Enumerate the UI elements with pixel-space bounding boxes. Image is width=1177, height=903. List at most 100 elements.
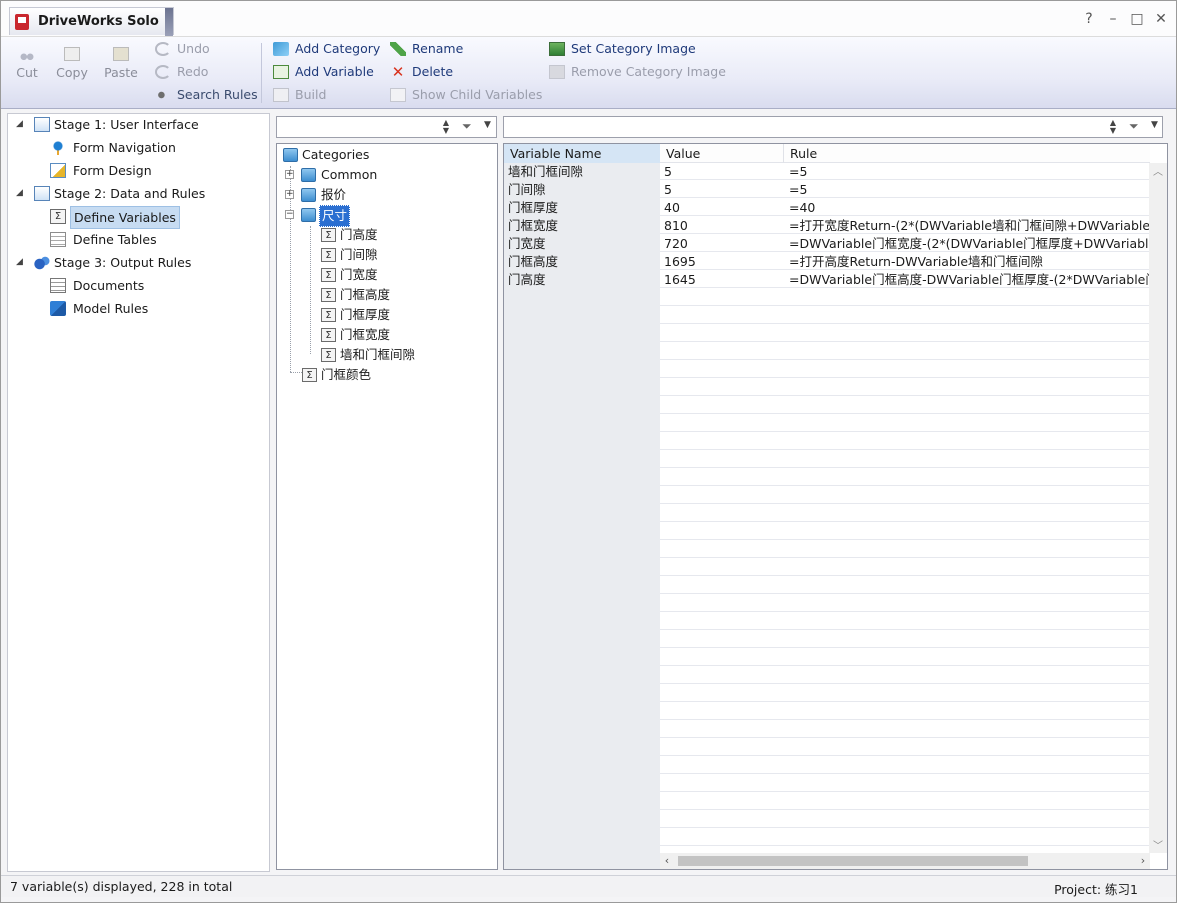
images-group: Set Category Image Remove Category Image bbox=[549, 37, 749, 109]
user-interface-icon bbox=[34, 117, 50, 132]
help-button[interactable]: ? bbox=[1082, 11, 1096, 27]
clipboard-group: Cut Copy Paste bbox=[1, 37, 146, 109]
variables-pane: ▲ ▼ ⏷ ▼ Variable Name Value Rule 墙和门框间隙 5… bbox=[503, 113, 1168, 872]
search-rules-label: Search Rules bbox=[177, 87, 258, 102]
tree-node-label-selected: 尺寸 bbox=[319, 205, 351, 227]
table-row[interactable]: 门高度 1645 =DWVariable门框高度-DWVariable门框厚度-… bbox=[504, 271, 1150, 289]
redo-label: Redo bbox=[177, 64, 209, 79]
form-design-icon bbox=[50, 163, 66, 178]
sigma-icon: Σ bbox=[321, 308, 336, 322]
filter-funnel-icon[interactable]: ⏷ bbox=[462, 119, 476, 133]
paste-button[interactable]: Paste bbox=[101, 47, 141, 80]
sigma-icon: Σ bbox=[321, 268, 336, 282]
table-row[interactable]: 门宽度 720 =DWVariable门框宽度-(2*(DWVariable门框… bbox=[504, 235, 1150, 253]
rule-cell[interactable]: =打开宽度Return-(2*(DWVariable墙和门框间隙+DWVaria… bbox=[789, 217, 1150, 235]
table-row[interactable]: 门间隙 5 =5 bbox=[504, 181, 1150, 199]
search-rules-button[interactable]: Search Rules bbox=[155, 85, 258, 105]
rule-cell[interactable]: =DWVariable门框宽度-(2*(DWVariable门框厚度+DWVar… bbox=[789, 235, 1150, 253]
add-category-label: Add Category bbox=[295, 41, 381, 56]
variable-name-cell: 门框高度 bbox=[508, 254, 559, 269]
copy-label: Copy bbox=[56, 65, 88, 80]
collapse-arrow-icon[interactable]: ◢ bbox=[16, 114, 28, 135]
variable-name-cell: 门宽度 bbox=[508, 236, 546, 251]
chevron-down-icon[interactable]: ▼ bbox=[1151, 120, 1158, 130]
sigma-icon: Σ bbox=[321, 328, 336, 342]
cut-button[interactable]: Cut bbox=[7, 47, 47, 80]
table-row[interactable]: 门框宽度 810 =打开宽度Return-(2*(DWVariable墙和门框间… bbox=[504, 217, 1150, 235]
add-variable-button[interactable]: Add Variable bbox=[273, 62, 374, 82]
scroll-right-chevron-icon[interactable]: › bbox=[1136, 853, 1150, 869]
build-button[interactable]: Build bbox=[273, 85, 326, 105]
scrollbar-thumb[interactable] bbox=[678, 856, 1028, 866]
expand-plus-icon[interactable]: + bbox=[285, 170, 294, 179]
tree-variable-label: 门框厚度 bbox=[340, 307, 391, 322]
spin-updown-icon[interactable]: ▲ ▼ bbox=[1108, 119, 1118, 135]
category-filter-input[interactable]: ▲ ▼ ⏷ ▼ bbox=[276, 116, 497, 138]
rule-cell[interactable]: =5 bbox=[789, 163, 1150, 181]
add-category-button[interactable]: Add Category bbox=[273, 39, 380, 59]
build-icon bbox=[273, 88, 289, 102]
scroll-down-chevron-icon[interactable]: ﹀ bbox=[1149, 837, 1167, 853]
show-child-variables-button[interactable]: Show Child Variables bbox=[390, 85, 542, 105]
table-row[interactable]: 墙和门框间隙 5 =5 bbox=[504, 163, 1150, 181]
set-image-icon bbox=[549, 42, 565, 56]
collapse-arrow-icon[interactable]: ◢ bbox=[16, 183, 28, 204]
data-rules-icon bbox=[34, 186, 50, 201]
folder-icon bbox=[283, 148, 298, 162]
rule-cell[interactable]: =打开高度Return-DWVariable墙和门框间隙 bbox=[789, 253, 1150, 271]
add-category-icon bbox=[273, 42, 289, 56]
variable-name-cell: 门间隙 bbox=[508, 182, 546, 197]
minimize-button[interactable]: – bbox=[1106, 11, 1120, 27]
table-row[interactable]: 门框高度 1695 =打开高度Return-DWVariable墙和门框间隙 bbox=[504, 253, 1150, 271]
tree-guide bbox=[290, 372, 302, 373]
column-header-variable-name[interactable]: Variable Name bbox=[504, 144, 660, 163]
scroll-up-chevron-icon[interactable]: ︿ bbox=[1149, 163, 1167, 179]
sigma-icon: Σ bbox=[321, 228, 336, 242]
redo-button[interactable]: Redo bbox=[155, 62, 208, 82]
vertical-scrollbar[interactable]: ︿ ﹀ bbox=[1149, 163, 1167, 853]
folder-open-icon bbox=[301, 208, 316, 222]
set-category-image-button[interactable]: Set Category Image bbox=[549, 39, 696, 59]
variable-name-cell: 墙和门框间隙 bbox=[508, 164, 584, 179]
show-child-variables-icon bbox=[390, 88, 406, 102]
search-rules-icon bbox=[155, 88, 171, 102]
delete-x-icon: ✕ bbox=[391, 63, 405, 81]
value-cell: 5 bbox=[664, 182, 672, 197]
rule-cell[interactable]: =40 bbox=[789, 199, 1150, 217]
maximize-button[interactable]: □ bbox=[1130, 11, 1144, 27]
clipboard-icon bbox=[113, 47, 129, 61]
scroll-left-chevron-icon[interactable]: ‹ bbox=[660, 853, 674, 869]
expand-plus-icon[interactable]: + bbox=[285, 190, 294, 199]
stage-navigation-panel: ◢ Stage 1: User Interface Form Navigatio… bbox=[7, 113, 270, 872]
tree-guide bbox=[310, 226, 311, 354]
app-window: DriveWorks Solo ? – □ ✕ Cut Copy Paste U… bbox=[0, 0, 1177, 903]
tree-variable-label: 门间隙 bbox=[340, 247, 378, 262]
tree-root-label: Categories bbox=[302, 147, 370, 162]
column-header-rule[interactable]: Rule bbox=[784, 144, 1144, 163]
build-label: Build bbox=[295, 87, 327, 102]
remove-image-icon bbox=[549, 65, 565, 79]
collapse-arrow-icon[interactable]: ◢ bbox=[16, 252, 28, 273]
rename-button[interactable]: Rename bbox=[390, 39, 463, 59]
sigma-icon: Σ bbox=[321, 288, 336, 302]
table-row[interactable]: 门框厚度 40 =40 bbox=[504, 199, 1150, 217]
spin-updown-icon[interactable]: ▲ ▼ bbox=[441, 119, 451, 135]
variable-filter-input[interactable]: ▲ ▼ ⏷ ▼ bbox=[503, 116, 1163, 138]
horizontal-scrollbar[interactable]: ‹ › bbox=[660, 853, 1150, 869]
filter-funnel-icon[interactable]: ⏷ bbox=[1129, 119, 1143, 133]
stage3-label: Stage 3: Output Rules bbox=[54, 255, 192, 270]
copy-button[interactable]: Copy bbox=[52, 47, 92, 80]
rule-cell[interactable]: =DWVariable门框高度-DWVariable门框厚度-(2*DWVari… bbox=[789, 271, 1150, 289]
rule-cell[interactable]: =5 bbox=[789, 181, 1150, 199]
value-cell: 40 bbox=[664, 200, 680, 215]
close-button[interactable]: ✕ bbox=[1154, 11, 1168, 27]
remove-category-image-button[interactable]: Remove Category Image bbox=[549, 62, 726, 82]
undo-button[interactable]: Undo bbox=[155, 39, 210, 59]
collapse-minus-icon[interactable]: − bbox=[285, 210, 294, 219]
copy-icon bbox=[64, 47, 80, 61]
history-group: Undo Redo Search Rules bbox=[151, 37, 261, 109]
delete-button[interactable]: ✕ Delete bbox=[390, 62, 453, 82]
chevron-down-icon[interactable]: ▼ bbox=[484, 120, 491, 130]
tree-variable-label: 门框颜色 bbox=[321, 367, 372, 382]
column-header-value[interactable]: Value bbox=[660, 144, 784, 163]
